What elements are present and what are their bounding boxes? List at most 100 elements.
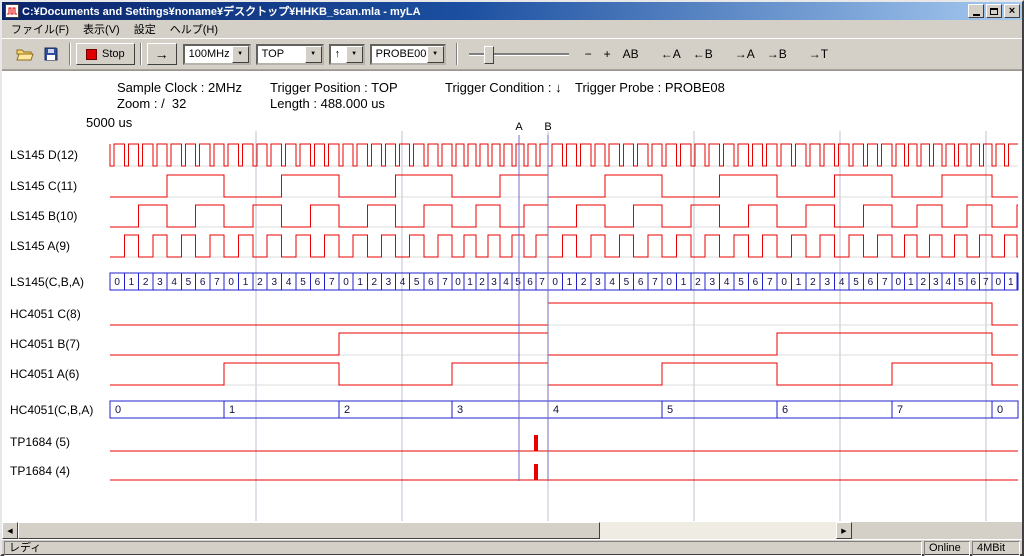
svg-text:1: 1 xyxy=(129,277,135,288)
svg-text:0: 0 xyxy=(666,277,672,288)
zoom-in-button[interactable]: + xyxy=(598,43,617,65)
menu-file[interactable]: ファイル(F) xyxy=(4,19,76,39)
svg-text:0: 0 xyxy=(895,277,901,288)
svg-text:7: 7 xyxy=(897,404,903,416)
trigger-position-select[interactable]: TOP ▼ xyxy=(256,44,324,65)
title-bar[interactable]: C:¥Documents and Settings¥noname¥デスクトップ¥… xyxy=(2,2,1022,20)
trigger-position-value: TOP xyxy=(258,48,305,60)
svg-text:5: 5 xyxy=(667,404,673,416)
scrollbar-track[interactable] xyxy=(600,522,836,539)
scroll-left-button[interactable]: ◀ xyxy=(2,522,18,539)
save-button[interactable] xyxy=(38,42,64,66)
toolbar: Stop → 100MHz ▼ TOP ▼ ↑ ▼ PROBE00 ▼ − + … xyxy=(2,38,1022,70)
goto-marker-b-button[interactable]: ←B xyxy=(687,43,719,65)
waveform-plot[interactable]: 0123456701234567012345670123456701234567… xyxy=(2,71,1022,522)
svg-text:0: 0 xyxy=(997,404,1003,416)
svg-text:3: 3 xyxy=(491,277,497,288)
svg-text:1: 1 xyxy=(1008,277,1014,288)
svg-text:3: 3 xyxy=(386,277,392,288)
svg-text:2: 2 xyxy=(920,277,926,288)
svg-text:1: 1 xyxy=(229,404,235,416)
svg-text:3: 3 xyxy=(710,277,716,288)
close-icon: × xyxy=(1009,6,1015,17)
toolbar-separator xyxy=(456,43,458,65)
svg-text:3: 3 xyxy=(457,404,463,416)
goto-marker-a-button[interactable]: ←A xyxy=(655,43,687,65)
single-run-button[interactable]: → xyxy=(147,43,177,65)
scrollbar-spacer xyxy=(852,522,1022,539)
trigger-edge-value: ↑ xyxy=(331,48,346,60)
svg-text:4: 4 xyxy=(945,277,951,288)
svg-text:0: 0 xyxy=(781,277,787,288)
svg-text:4: 4 xyxy=(553,404,559,416)
trigger-edge-select[interactable]: ↑ ▼ xyxy=(329,44,365,65)
minimize-button[interactable] xyxy=(968,4,984,18)
svg-text:2: 2 xyxy=(257,277,263,288)
status-bar: レディ Online 4MBit xyxy=(2,539,1022,556)
svg-text:2: 2 xyxy=(372,277,378,288)
sample-rate-select[interactable]: 100MHz ▼ xyxy=(183,44,251,65)
chevron-down-icon[interactable]: ▼ xyxy=(346,46,363,63)
toolbar-separator xyxy=(69,43,71,65)
svg-text:1: 1 xyxy=(908,277,914,288)
move-marker-b-button[interactable]: →B xyxy=(761,43,793,65)
stop-button[interactable]: Stop xyxy=(76,43,135,65)
svg-text:6: 6 xyxy=(970,277,976,288)
scroll-row: ◀ ▶ xyxy=(2,522,1022,539)
svg-text:0: 0 xyxy=(995,277,1001,288)
svg-text:7: 7 xyxy=(652,277,658,288)
svg-text:1: 1 xyxy=(796,277,802,288)
svg-text:6: 6 xyxy=(200,277,206,288)
chevron-down-icon[interactable]: ▼ xyxy=(232,46,249,63)
chevron-down-icon[interactable]: ▼ xyxy=(427,46,444,63)
menu-bar: ファイル(F) 表示(V) 設定 ヘルプ(H) xyxy=(2,20,1022,38)
scroll-right-button[interactable]: ▶ xyxy=(836,522,852,539)
svg-text:0: 0 xyxy=(552,277,558,288)
probe-select[interactable]: PROBE00 ▼ xyxy=(370,44,446,65)
svg-text:6: 6 xyxy=(753,277,759,288)
status-memory: 4MBit xyxy=(972,541,1020,556)
menu-settings[interactable]: 設定 xyxy=(127,19,163,39)
left-arrow-icon: ◀ xyxy=(7,527,12,535)
sample-rate-value: 100MHz xyxy=(185,48,232,60)
close-button[interactable]: × xyxy=(1004,4,1020,18)
svg-text:1: 1 xyxy=(243,277,249,288)
svg-text:3: 3 xyxy=(595,277,601,288)
svg-text:5: 5 xyxy=(958,277,964,288)
open-file-button[interactable] xyxy=(12,42,38,66)
zoom-out-button[interactable]: − xyxy=(579,43,598,65)
chevron-down-icon[interactable]: ▼ xyxy=(305,46,322,63)
menu-view[interactable]: 表示(V) xyxy=(76,19,127,39)
stop-icon xyxy=(86,49,97,60)
stop-label: Stop xyxy=(102,48,125,60)
move-marker-a-button[interactable]: →A xyxy=(729,43,761,65)
window-title: C:¥Documents and Settings¥noname¥デスクトップ¥… xyxy=(22,3,968,19)
svg-text:5: 5 xyxy=(300,277,306,288)
minimize-icon xyxy=(973,14,980,16)
svg-text:4: 4 xyxy=(609,277,615,288)
svg-text:5: 5 xyxy=(186,277,192,288)
svg-text:5: 5 xyxy=(853,277,859,288)
svg-text:2: 2 xyxy=(344,404,350,416)
svg-text:4: 4 xyxy=(171,277,177,288)
scrollbar-thumb[interactable] xyxy=(18,522,600,539)
ab-button[interactable]: AB xyxy=(617,43,645,65)
menu-help[interactable]: ヘルプ(H) xyxy=(163,19,225,39)
svg-text:7: 7 xyxy=(539,277,545,288)
svg-text:5: 5 xyxy=(738,277,744,288)
goto-trigger-button[interactable]: →T xyxy=(803,43,834,65)
maximize-button[interactable] xyxy=(986,4,1002,18)
right-arrow-icon: ▶ xyxy=(841,527,846,535)
svg-text:3: 3 xyxy=(933,277,939,288)
open-folder-icon xyxy=(16,48,34,61)
slider-handle[interactable] xyxy=(484,46,494,64)
waveform-area: Sample Clock : 2MHz Trigger Position : T… xyxy=(2,70,1022,522)
svg-text:4: 4 xyxy=(503,277,509,288)
svg-text:4: 4 xyxy=(400,277,406,288)
svg-text:2: 2 xyxy=(581,277,587,288)
zoom-slider[interactable] xyxy=(469,44,569,65)
svg-text:3: 3 xyxy=(272,277,278,288)
horizontal-scrollbar[interactable]: ◀ ▶ xyxy=(2,522,852,539)
svg-text:1: 1 xyxy=(467,277,473,288)
svg-text:2: 2 xyxy=(143,277,149,288)
